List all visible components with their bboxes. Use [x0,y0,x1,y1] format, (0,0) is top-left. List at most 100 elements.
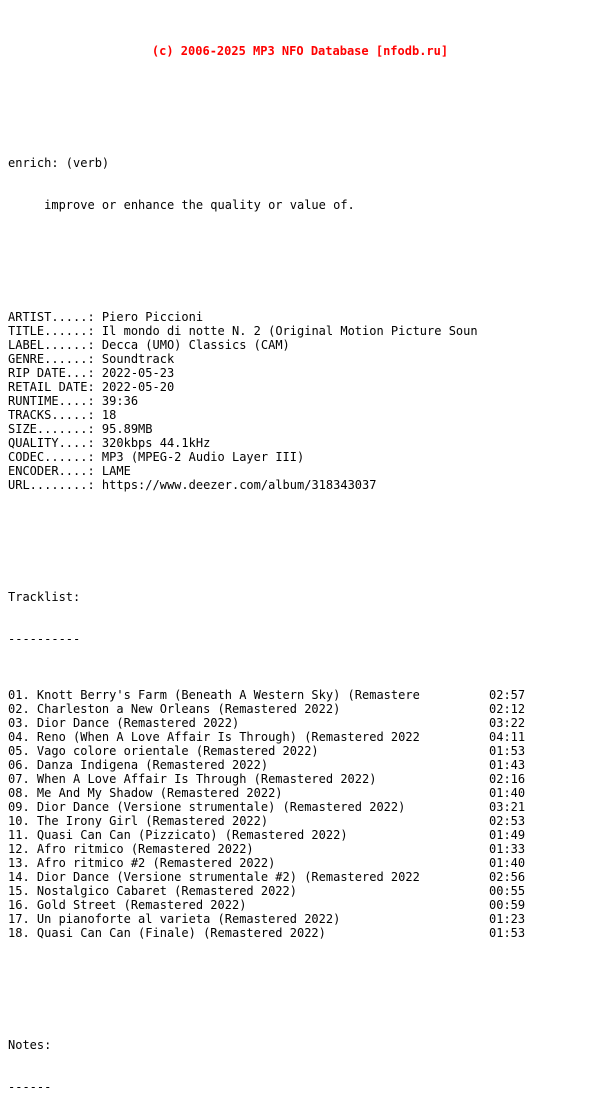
metadata-value: MP3 (MPEG-2 Audio Layer III) [94,450,305,464]
track-title: 05. Vago colore orientale (Remastered 20… [8,744,319,758]
track-row: 17. Un pianoforte al varieta (Remastered… [8,912,608,926]
track-duration: 02:16 [489,772,526,786]
metadata-row: GENRE......: Soundtrack [8,352,608,366]
track-duration: 02:57 [489,688,526,702]
track-duration: 01:53 [489,926,526,940]
metadata-value: Decca (UMO) Classics (CAM) [94,338,290,352]
track-title: 09. Dior Dance (Versione strumentale) (R… [8,800,406,814]
metadata-row: LABEL......: Decca (UMO) Classics (CAM) [8,338,608,352]
track-row: 02. Charleston a New Orleans (Remastered… [8,702,608,716]
metadata-label: SIZE.......: [8,422,95,436]
metadata-label: LABEL......: [8,338,95,352]
metadata-row: SIZE.......: 95.89MB [8,422,608,436]
intro-spacer [8,254,608,268]
tracklist-rule: ---------- [8,632,81,646]
track-row: 10. The Irony Girl (Remastered 2022) 02:5… [8,814,608,828]
track-duration: 01:33 [489,842,526,856]
track-duration: 01:40 [489,786,526,800]
metadata-label: TRACKS.....: [8,408,95,422]
metadata-row: RIP DATE...: 2022-05-23 [8,366,608,380]
metadata-value: Il mondo di notte N. 2 (Original Motion … [94,324,478,338]
track-duration: 01:49 [489,828,526,842]
track-title: 13. Afro ritmico #2 (Remastered 2022) [8,856,276,870]
metadata-row: TRACKS.....: 18 [8,408,608,422]
track-duration: 01:53 [489,744,526,758]
metadata-row: QUALITY....: 320kbps 44.1kHz [8,436,608,450]
metadata-label: GENRE......: [8,352,95,366]
metadata-row: CODEC......: MP3 (MPEG-2 Audio Layer III… [8,450,608,464]
track-duration: 01:43 [489,758,526,772]
track-row: 09. Dior Dance (Versione strumentale) (R… [8,800,608,814]
header-spacer [8,100,608,114]
track-title: 11. Quasi Can Can (Pizzicato) (Remastere… [8,828,348,842]
track-row: 13. Afro ritmico #2 (Remastered 2022) 01:… [8,856,608,870]
track-duration: 03:22 [489,716,526,730]
track-title: 02. Charleston a New Orleans (Remastered… [8,702,341,716]
metadata-value: https://www.deezer.com/album/318343037 [94,478,377,492]
track-duration: 04:11 [489,730,526,744]
track-duration: 01:23 [489,912,526,926]
track-row: 07. When A Love Affair Is Through (Remas… [8,772,608,786]
track-title: 18. Quasi Can Can (Finale) (Remastered 2… [8,926,326,940]
track-row: 15. Nostalgico Cabaret (Remastered 2022)… [8,884,608,898]
track-title: 10. The Irony Girl (Remastered 2022) [8,814,269,828]
track-duration: 03:21 [489,800,526,814]
metadata-row: ENCODER....: LAME [8,464,608,478]
track-row: 06. Danza Indigena (Remastered 2022) 01:4… [8,758,608,772]
nfo-header-copyright: (c) 2006-2025 MP3 NFO Database [nfodb.ru… [151,44,449,58]
metadata-label: ENCODER....: [8,464,95,478]
track-row: 11. Quasi Can Can (Pizzicato) (Remastere… [8,828,608,842]
metadata-label: URL........: [8,478,95,492]
track-row: 18. Quasi Can Can (Finale) (Remastered 2… [8,926,608,940]
track-duration: 02:12 [489,702,526,716]
track-row: 08. Me And My Shadow (Remastered 2022) 01… [8,786,608,800]
metadata-section: ARTIST.....: Piero Piccioni TITLE......: … [8,310,608,492]
track-duration: 02:53 [489,814,526,828]
track-title: 16. Gold Street (Remastered 2022) [8,898,247,912]
notes-rule: ------ [8,1080,52,1094]
track-duration: 02:56 [489,870,526,884]
track-row: 04. Reno (When A Love Affair Is Through)… [8,730,608,744]
track-duration: 00:55 [489,884,526,898]
metadata-label: RIP DATE...: [8,366,95,380]
track-row: 05. Vago colore orientale (Remastered 20… [8,744,608,758]
intro-word: enrich: (verb) [8,156,110,170]
metadata-row: RETAIL DATE: 2022-05-20 [8,380,608,394]
track-title: 03. Dior Dance (Remastered 2022) [8,716,240,730]
metadata-label: RETAIL DATE: [8,380,95,394]
track-title: 01. Knott Berry's Farm (Beneath A Wester… [8,688,420,702]
tracklist-spacer [8,982,608,996]
metadata-row: URL........: https://www.deezer.com/albu… [8,478,608,492]
track-row: 14. Dior Dance (Versione strumentale #2)… [8,870,608,884]
track-title: 12. Afro ritmico (Remastered 2022) [8,842,254,856]
metadata-value: 39:36 [94,394,139,408]
metadata-value: Soundtrack [94,352,175,366]
metadata-label: ARTIST.....: [8,310,95,324]
metadata-value: 2022-05-20 [94,380,175,394]
track-row: 16. Gold Street (Remastered 2022) 00:59 [8,898,608,912]
metadata-label: RUNTIME....: [8,394,95,408]
track-duration: 00:59 [489,898,526,912]
metadata-label: TITLE......: [8,324,95,338]
track-title: 17. Un pianoforte al varieta (Remastered… [8,912,341,926]
metadata-value: 2022-05-23 [94,366,175,380]
track-title: 07. When A Love Affair Is Through (Remas… [8,772,377,786]
track-title: 08. Me And My Shadow (Remastered 2022) [8,786,283,800]
track-title: 04. Reno (When A Love Affair Is Through)… [8,730,420,744]
intro-definition: improve or enhance the quality or value … [8,198,355,212]
tracklist-section: 01. Knott Berry's Farm (Beneath A Wester… [8,688,608,940]
tracklist-heading: Tracklist: [8,590,81,604]
metadata-row: RUNTIME....: 39:36 [8,394,608,408]
metadata-value: LAME [94,464,131,478]
metadata-value: 95.89MB [94,422,153,436]
metadata-value: 18 [94,408,117,422]
metadata-label: CODEC......: [8,450,95,464]
track-title: 15. Nostalgico Cabaret (Remastered 2022) [8,884,297,898]
track-row: 01. Knott Berry's Farm (Beneath A Wester… [8,688,608,702]
metadata-value: 320kbps 44.1kHz [94,436,211,450]
notes-heading: Notes: [8,1038,52,1052]
metadata-spacer [8,534,608,548]
track-row: 03. Dior Dance (Remastered 2022) 03:22 [8,716,608,730]
track-title: 14. Dior Dance (Versione strumentale #2)… [8,870,420,884]
track-duration: 01:40 [489,856,526,870]
